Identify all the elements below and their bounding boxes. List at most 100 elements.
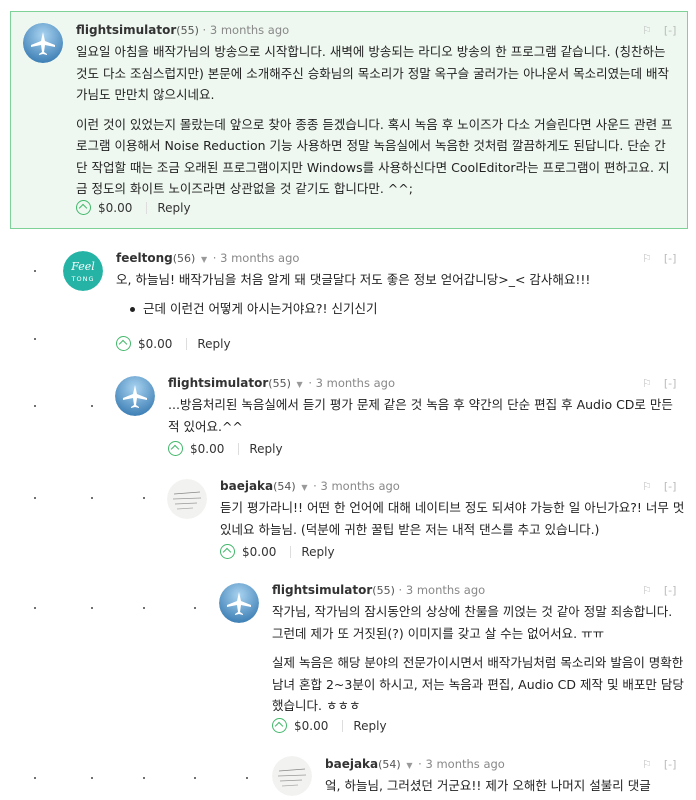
avatar-flightsimulator[interactable] xyxy=(219,583,259,623)
flag-icon[interactable]: ⚐ xyxy=(642,377,652,390)
author-name[interactable]: baejaka xyxy=(220,479,273,493)
payout-amount[interactable]: $0.00 xyxy=(138,337,172,351)
payout-amount[interactable]: $0.00 xyxy=(294,719,328,733)
thread-dot xyxy=(143,607,145,609)
comment-paragraph: 엌, 하늘님, 그러셨던 거군요!! 제가 오해한 나머지 설불리 댓글 xyxy=(325,778,651,793)
comment-body: 일요일 아침을 배작가님의 방송으로 시작합니다. 새벽에 방송되는 라디오 방… xyxy=(76,41,676,200)
avatar-flightsimulator[interactable] xyxy=(115,376,155,416)
reply-button[interactable]: Reply xyxy=(249,442,282,456)
comment-body: 작가님, 작가님의 잠시동안의 상상에 찬물을 끼얹는 것 같아 정말 죄송합니… xyxy=(272,601,684,717)
reputation: (54) xyxy=(273,480,296,493)
upvote-icon[interactable] xyxy=(272,718,287,733)
flag-icon[interactable]: ⚐ xyxy=(642,480,652,493)
comment-actions: $0.00 Reply xyxy=(116,336,231,351)
reputation: (55) xyxy=(176,24,199,37)
reply-button[interactable]: Reply xyxy=(353,719,386,733)
divider xyxy=(290,545,292,558)
list-item: 근데 이런건 어떻게 아시는거야요?! 신기신기 xyxy=(130,299,378,319)
collapse-button[interactable]: [-] xyxy=(664,758,677,771)
timestamp[interactable]: 3 months ago xyxy=(220,251,299,265)
collapse-button[interactable]: [-] xyxy=(664,24,677,37)
thread-dot xyxy=(34,338,36,340)
comment-paragraph: 일요일 아침을 배작가님의 방송으로 시작합니다. 새벽에 방송되는 라디오 방… xyxy=(76,44,670,102)
collapse-button[interactable]: [-] xyxy=(664,252,677,265)
comment-controls: ⚐ [-] xyxy=(630,758,676,771)
author-name[interactable]: baejaka xyxy=(325,757,378,771)
comment-body: 듣기 평가라니!! 어떤 한 언어에 대해 네이티브 정도 되셔야 가능한 일 … xyxy=(220,497,685,540)
reply-button[interactable]: Reply xyxy=(301,545,334,559)
timestamp[interactable]: 3 months ago xyxy=(210,23,289,37)
upvote-icon[interactable] xyxy=(168,441,183,456)
thread-dot xyxy=(194,607,196,609)
chevron-down-icon[interactable]: ▼ xyxy=(406,761,412,770)
reputation: (55) xyxy=(372,584,395,597)
feeltong-logo-icon: Feel TONG xyxy=(63,251,103,291)
flag-icon[interactable]: ⚐ xyxy=(642,24,652,37)
comment-controls: ⚐ [-] xyxy=(630,377,676,390)
handwriting-avatar-icon xyxy=(167,479,207,519)
comment-controls: ⚐ [-] xyxy=(630,584,676,597)
chevron-down-icon[interactable]: ▼ xyxy=(301,483,307,492)
upvote-icon[interactable] xyxy=(220,544,235,559)
comment-actions: $0.00 Reply xyxy=(76,200,191,215)
author-name[interactable]: flightsimulator xyxy=(272,583,372,597)
payout-amount[interactable]: $0.00 xyxy=(242,545,276,559)
comment-controls: ⚐ [-] xyxy=(630,480,676,493)
comment-meta: feeltong(56) ▼ · 3 months ago xyxy=(116,251,300,265)
chevron-down-icon[interactable]: ▼ xyxy=(201,255,207,264)
thread-dot xyxy=(91,405,93,407)
payout-amount[interactable]: $0.00 xyxy=(98,201,132,215)
comment-paragraph: 작가님, 작가님의 잠시동안의 상상에 찬물을 끼얹는 것 같아 정말 죄송합니… xyxy=(272,604,673,641)
comment-meta: flightsimulator(55) · 3 months ago xyxy=(272,583,486,597)
thread-dot xyxy=(246,777,248,779)
author-name[interactable]: flightsimulator xyxy=(76,23,176,37)
collapse-button[interactable]: [-] xyxy=(664,377,677,390)
upvote-icon[interactable] xyxy=(76,200,91,215)
flag-icon[interactable]: ⚐ xyxy=(642,758,652,771)
divider xyxy=(238,442,240,455)
chevron-down-icon[interactable]: ▼ xyxy=(297,380,303,389)
collapse-button[interactable]: [-] xyxy=(664,584,677,597)
thread-dot xyxy=(34,607,36,609)
comment-controls: ⚐ [-] xyxy=(630,252,676,265)
timestamp[interactable]: 3 months ago xyxy=(321,479,400,493)
svg-text:Feel: Feel xyxy=(70,260,95,273)
comment-actions: $0.00 Reply xyxy=(272,718,387,733)
thread-dot xyxy=(34,497,36,499)
upvote-icon[interactable] xyxy=(116,336,131,351)
reply-button[interactable]: Reply xyxy=(197,337,230,351)
author-name[interactable]: feeltong xyxy=(116,251,173,265)
flag-icon[interactable]: ⚐ xyxy=(642,252,652,265)
avatar-feeltong[interactable]: Feel TONG xyxy=(63,251,103,291)
handwriting-avatar-icon xyxy=(272,756,312,796)
airplane-icon xyxy=(219,583,259,623)
timestamp[interactable]: 3 months ago xyxy=(316,376,395,390)
avatar-flightsimulator[interactable] xyxy=(23,23,63,63)
comment-body: ...방음처리된 녹음실에서 듣기 평가 문제 같은 것 녹음 후 약간의 단순… xyxy=(168,394,683,437)
comment-meta: baejaka(54) ▼ · 3 months ago xyxy=(325,757,505,771)
thread-dot xyxy=(91,607,93,609)
thread-dot xyxy=(34,777,36,779)
comment-meta: baejaka(54) ▼ · 3 months ago xyxy=(220,479,400,493)
airplane-icon xyxy=(115,376,155,416)
avatar-baejaka[interactable] xyxy=(167,479,207,519)
thread-dot xyxy=(143,497,145,499)
comment-body: 엌, 하늘님, 그러셨던 거군요!! 제가 오해한 나머지 설불리 댓글 xyxy=(325,775,695,797)
comment-paragraph: ...방음처리된 녹음실에서 듣기 평가 문제 같은 것 녹음 후 약간의 단순… xyxy=(168,397,673,434)
divider xyxy=(186,337,188,350)
reply-button[interactable]: Reply xyxy=(157,201,190,215)
timestamp[interactable]: 3 months ago xyxy=(426,757,505,771)
avatar-baejaka[interactable] xyxy=(272,756,312,796)
payout-amount[interactable]: $0.00 xyxy=(190,442,224,456)
thread-dot xyxy=(91,497,93,499)
svg-text:TONG: TONG xyxy=(71,275,95,283)
thread-dot xyxy=(143,777,145,779)
airplane-icon xyxy=(23,23,63,63)
comment-actions: $0.00 Reply xyxy=(168,441,283,456)
thread-dot xyxy=(34,405,36,407)
flag-icon[interactable]: ⚐ xyxy=(642,584,652,597)
reputation: (56) xyxy=(172,252,196,265)
timestamp[interactable]: 3 months ago xyxy=(406,583,485,597)
author-name[interactable]: flightsimulator xyxy=(168,376,268,390)
collapse-button[interactable]: [-] xyxy=(664,480,677,493)
